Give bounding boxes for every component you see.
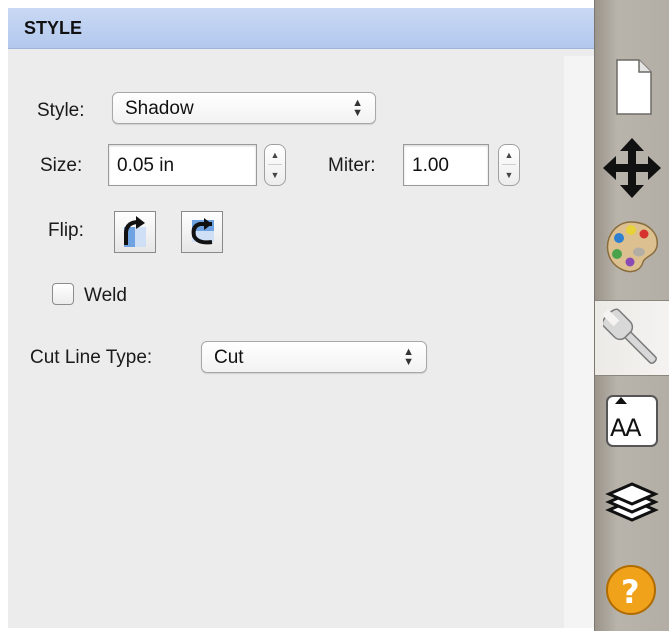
miter-field-value: 1.00 [412, 155, 449, 176]
style-panel: STYLE Style: Shadow ▲ ▼ Size: 0.05 in ▲ ▼… [8, 8, 594, 628]
panel-header: STYLE [8, 8, 594, 49]
panel-title: STYLE [24, 18, 83, 38]
style-label: Style: [37, 100, 85, 121]
flip-label: Flip: [48, 220, 84, 241]
flip-vertical-button[interactable] [181, 211, 223, 253]
move-arrows-icon [603, 138, 661, 198]
flip-horizontal-icon [124, 216, 146, 247]
tab-text[interactable]: AA [595, 392, 669, 452]
right-sidebar: AA ? [594, 0, 669, 631]
updown-arrows-icon: ▲ ▼ [352, 97, 363, 119]
weld-checkbox[interactable] [52, 283, 74, 305]
miter-field[interactable]: 1.00 [403, 144, 489, 186]
layers-icon [605, 482, 659, 522]
page-icon [616, 59, 652, 115]
cut-line-type-dropdown[interactable]: Cut ▲ ▼ [201, 341, 427, 373]
tab-transform[interactable] [595, 138, 669, 198]
miter-stepper-up[interactable]: ▲ [499, 145, 519, 165]
help-icon: ? [606, 565, 656, 615]
miter-stepper-down[interactable]: ▼ [499, 165, 519, 185]
style-dropdown-value: Shadow [125, 98, 194, 119]
svg-text:AA: AA [610, 414, 642, 442]
tab-fill-color[interactable] [595, 216, 669, 276]
size-label: Size: [40, 155, 83, 176]
size-field[interactable]: 0.05 in [108, 144, 257, 186]
cut-line-type-value: Cut [214, 347, 244, 368]
tab-layers[interactable] [595, 474, 669, 534]
updown-arrows-icon: ▲ ▼ [403, 346, 414, 368]
text-size-icon: AA [606, 395, 658, 447]
miter-label: Miter: [328, 155, 376, 176]
size-stepper[interactable]: ▲ ▼ [264, 144, 286, 186]
flip-vertical-icon [191, 218, 214, 245]
wrench-icon [603, 308, 657, 364]
panel-edge-strip [564, 56, 594, 628]
size-field-value: 0.05 in [117, 155, 175, 176]
style-dropdown[interactable]: Shadow ▲ ▼ [112, 92, 376, 124]
tab-help[interactable]: ? [595, 560, 669, 620]
weld-label: Weld [84, 285, 127, 306]
size-stepper-up[interactable]: ▲ [265, 145, 285, 165]
svg-text:?: ? [621, 573, 640, 611]
tab-page-setup[interactable] [595, 58, 669, 118]
size-stepper-down[interactable]: ▼ [265, 165, 285, 185]
flip-horizontal-button[interactable] [114, 211, 156, 253]
miter-stepper[interactable]: ▲ ▼ [498, 144, 520, 186]
palette-icon [606, 221, 658, 273]
cut-line-type-label: Cut Line Type: [30, 347, 153, 368]
tab-line-style[interactable] [595, 300, 669, 376]
